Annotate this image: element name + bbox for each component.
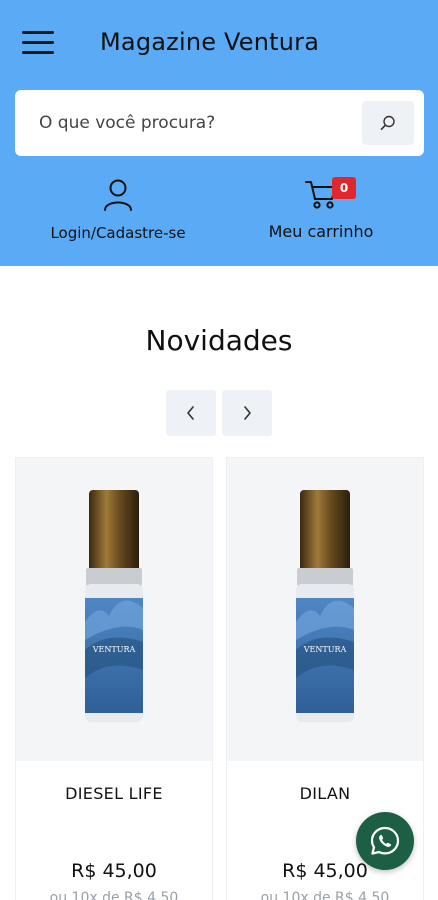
perfume-bottle-image: VENTURA	[296, 489, 354, 722]
carousel-next-button[interactable]	[222, 390, 272, 436]
product-name[interactable]: DIESEL LIFE	[16, 784, 212, 803]
menu-button[interactable]	[22, 31, 54, 55]
product-installment: ou 10x de R$ 4,50	[260, 890, 390, 900]
account-link[interactable]: Login/Cadastre-se	[30, 178, 206, 242]
whatsapp-icon	[370, 826, 400, 855]
product-image[interactable]: VENTURA	[16, 458, 212, 761]
brand-title[interactable]: Magazine Ventura	[100, 28, 319, 56]
whatsapp-button[interactable]	[356, 812, 414, 870]
bottle-label-text: VENTURA	[92, 645, 136, 654]
menu-icon-bar	[22, 51, 54, 54]
search-button[interactable]	[362, 101, 414, 145]
menu-icon-bar	[22, 41, 54, 44]
menu-icon-bar	[22, 31, 54, 34]
search-bar	[15, 90, 424, 156]
header: Magazine Ventura Login/Cadastre-se 0	[0, 0, 438, 266]
product-image[interactable]: VENTURA	[227, 458, 423, 761]
chevron-left-icon	[187, 406, 194, 420]
bottle-label-text: VENTURA	[303, 645, 347, 654]
search-icon	[380, 115, 395, 130]
carousel-prev-button[interactable]	[166, 390, 216, 436]
product-name[interactable]: DILAN	[227, 784, 423, 803]
account-label: Login/Cadastre-se	[50, 224, 186, 242]
section-title: Novidades	[145, 324, 293, 357]
user-icon	[104, 179, 132, 211]
chevron-right-icon	[244, 406, 251, 420]
product-installment: ou 10x de R$ 4,50	[49, 890, 179, 900]
product-card[interactable]: VENTURA DIESEL LIFE R$ 45,00 ou 10x de R…	[15, 457, 213, 900]
product-price: R$ 45,00	[71, 860, 157, 882]
perfume-bottle-image: VENTURA	[85, 489, 143, 722]
cart-count-badge: 0	[332, 177, 356, 199]
cart-link[interactable]: 0 Meu carrinho	[250, 176, 392, 241]
search-input[interactable]	[15, 90, 355, 156]
cart-label: Meu carrinho	[268, 222, 374, 241]
